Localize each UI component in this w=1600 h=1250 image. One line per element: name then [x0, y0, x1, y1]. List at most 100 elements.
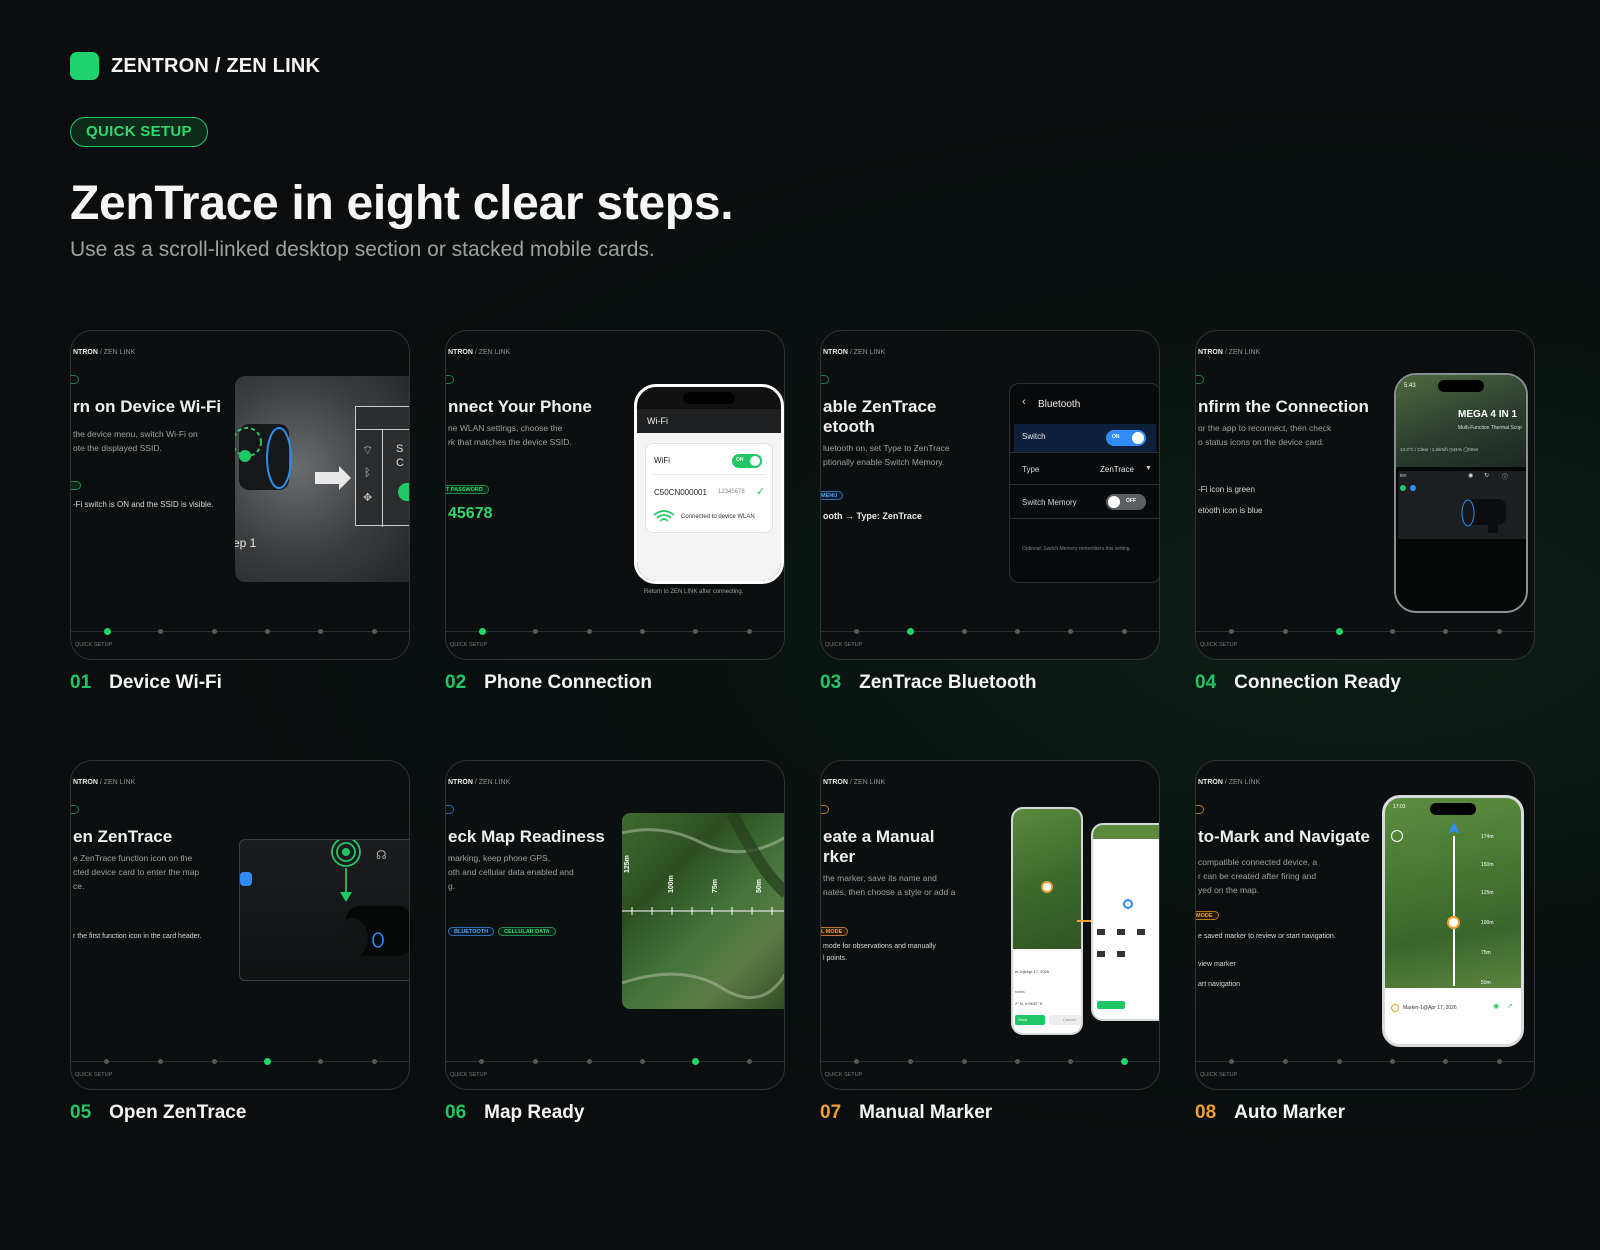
- bluetooth-icon: ᛒ: [364, 467, 371, 479]
- switch-row[interactable]: Switch ON: [1014, 424, 1156, 452]
- progress-dot: [1283, 629, 1288, 634]
- step-label: Device Wi-Fi: [109, 672, 222, 693]
- marker-pin-icon[interactable]: [1041, 881, 1053, 893]
- marker-style-icon: [1123, 899, 1133, 909]
- progress-track: [821, 1058, 1159, 1065]
- wifi-icon: ⌔: [362, 443, 374, 457]
- progress-dot: [1283, 1059, 1288, 1064]
- active-indicator: [398, 483, 409, 501]
- cancel-button[interactable]: Cancel: [1049, 1015, 1081, 1025]
- card-brand: NTRON / ZEN LINK: [823, 349, 886, 356]
- password-tag: T PASSWORD: [446, 485, 489, 494]
- step-card-3[interactable]: NTRON / ZEN LINK able ZenTrace etooth lu…: [820, 330, 1160, 660]
- step-caption-1: 01 Device Wi-Fi: [70, 672, 222, 694]
- back-icon[interactable]: [1391, 830, 1403, 842]
- progress-dot: [372, 629, 377, 634]
- navigation-map[interactable]: 17:03 174m 150m 125m 100m 75m 50m: [1385, 798, 1521, 988]
- progress-track: [1196, 1059, 1534, 1064]
- wifi-toggle[interactable]: ON: [732, 454, 762, 468]
- card-description: marking, keep phone GPS, oth and cellula…: [448, 853, 574, 891]
- marker-name: Marker-1@Apr 17, 2026: [1403, 1005, 1457, 1011]
- marker-sheet[interactable]: Marker-1@Apr 17, 2026 ◉ ➚: [1385, 988, 1521, 1044]
- type-label: Type: [1022, 465, 1040, 474]
- progress-dot: [587, 629, 592, 634]
- step-label: Auto Marker: [1234, 1102, 1345, 1123]
- progress-dot: [854, 1059, 859, 1064]
- step-card-2[interactable]: NTRON / ZEN LINK nnect Your Phone ne WLA…: [445, 330, 785, 660]
- step-label: ep 1: [235, 536, 257, 550]
- bluetooth-settings-panel: ‹ Bluetooth Switch ON Type ZenTrace ▼ Sw…: [1009, 383, 1159, 583]
- banner-subtitle: Multi-Function Thermal Scop: [1458, 425, 1522, 431]
- card-description: e ZenTrace function icon on the cted dev…: [73, 853, 200, 891]
- step-caption-2: 02 Phone Connection: [445, 672, 652, 694]
- progress-dot: [908, 1059, 913, 1064]
- memory-toggle[interactable]: OFF: [1106, 494, 1146, 510]
- save-button[interactable]: Save: [1015, 1015, 1045, 1025]
- panel-title: Bluetooth: [1038, 399, 1081, 410]
- step-card-6[interactable]: NTRON / ZEN LINK eck Map Readiness marki…: [445, 760, 785, 1090]
- step-card-1[interactable]: NTRON / ZEN LINK rn on Device Wi-Fi the …: [70, 330, 410, 660]
- step-label: Map Ready: [484, 1102, 585, 1123]
- progress-track: [821, 628, 1159, 635]
- navigate-icon[interactable]: ➚: [1507, 1002, 1513, 1010]
- connected-status: Connected to device WLAN: [681, 514, 755, 520]
- map-panel[interactable]: 125m 100m 75m 50m: [622, 813, 784, 1009]
- card-footer: QUICK SETUP: [450, 1072, 488, 1078]
- card-note: Return to ZEN LINK after connecting.: [644, 589, 744, 595]
- device-card[interactable]: iev ◉ ↻ ⓘ: [1398, 471, 1526, 539]
- step-badge: [1196, 805, 1204, 814]
- progress-dot: [264, 1058, 271, 1065]
- step-caption-5: 05 Open ZenTrace: [70, 1102, 246, 1124]
- card-title: eck Map Readiness: [448, 827, 605, 846]
- banner-title: MEGA 4 IN 1: [1458, 409, 1518, 420]
- app-banner: 5:43 MEGA 4 IN 1 Multi-Function Thermal …: [1396, 375, 1526, 467]
- option-start-navigation: art navigation: [1198, 981, 1241, 988]
- progress-dot: [1497, 1059, 1502, 1064]
- card-footer: QUICK SETUP: [825, 1072, 863, 1078]
- card-description: ne WLAN settings, choose the rk that mat…: [448, 423, 572, 447]
- progress-dot: [318, 629, 323, 634]
- brand-name: ZENTRON / ZEN LINK: [111, 54, 321, 77]
- dropdown-icon[interactable]: ▼: [1145, 465, 1152, 472]
- progress-track: [446, 1058, 784, 1065]
- type-value[interactable]: ZenTrace: [1100, 465, 1134, 474]
- card-title: nfirm the Connection: [1198, 397, 1369, 416]
- auto-marker-pin-icon[interactable]: [1447, 916, 1460, 929]
- phone-marker-mockup: er-1@Apr 17, 2026 nates 2° N, 9.9632° E …: [1011, 807, 1083, 1035]
- card-footer: QUICK SETUP: [450, 642, 488, 648]
- wifi-status-icon: [1400, 485, 1406, 491]
- step-number: 03: [820, 672, 842, 693]
- wifi-signal-icon: [653, 510, 675, 522]
- bluetooth-toggle[interactable]: ON: [1106, 430, 1146, 446]
- card-title: en ZenTrace: [73, 827, 173, 846]
- coords-label: nates: [1015, 989, 1025, 994]
- marker-map: [1013, 809, 1081, 949]
- step-number: 08: [1195, 1102, 1217, 1123]
- card-note: -Fi switch is ON and the SSID is visible…: [73, 500, 214, 509]
- back-icon[interactable]: ‹: [1022, 396, 1026, 408]
- menu-tag: MENU: [821, 491, 844, 500]
- mode-tag: L MODE: [821, 927, 849, 936]
- phone-app-mockup: 5:43 MEGA 4 IN 1 Multi-Function Thermal …: [1394, 373, 1528, 613]
- range-label: 125m: [624, 855, 631, 873]
- password-value: 45678: [448, 505, 493, 522]
- step-label: Manual Marker: [859, 1102, 993, 1123]
- progress-dot: [907, 628, 914, 635]
- eye-icon[interactable]: ◉: [1493, 1002, 1499, 1010]
- status-tag: [71, 481, 81, 490]
- step-card-4[interactable]: NTRON / ZEN LINK nfirm the Connection or…: [1195, 330, 1535, 660]
- scope-illustration: [336, 906, 409, 958]
- save-style-button[interactable]: [1097, 1001, 1125, 1009]
- step-card-5[interactable]: NTRON / ZEN LINK en ZenTrace e ZenTrace …: [70, 760, 410, 1090]
- progress-dot: [692, 1058, 699, 1065]
- progress-dot: [212, 629, 217, 634]
- progress-dot: [854, 629, 859, 634]
- progress-track: [71, 1058, 409, 1065]
- step-card-7[interactable]: NTRON / ZEN LINK eate a Manual rker the …: [820, 760, 1160, 1090]
- progress-dot: [1390, 629, 1395, 634]
- step-card-8[interactable]: NTRON / ZEN LINK to-Mark and Navigate co…: [1195, 760, 1535, 1090]
- quick-setup-pill: QUICK SETUP: [70, 117, 208, 147]
- card-description: luetooth on, set Type to ZenTrace ptiona…: [823, 443, 950, 467]
- progress-dot: [533, 629, 538, 634]
- check-item-bluetooth: etooth icon is blue: [1198, 506, 1263, 515]
